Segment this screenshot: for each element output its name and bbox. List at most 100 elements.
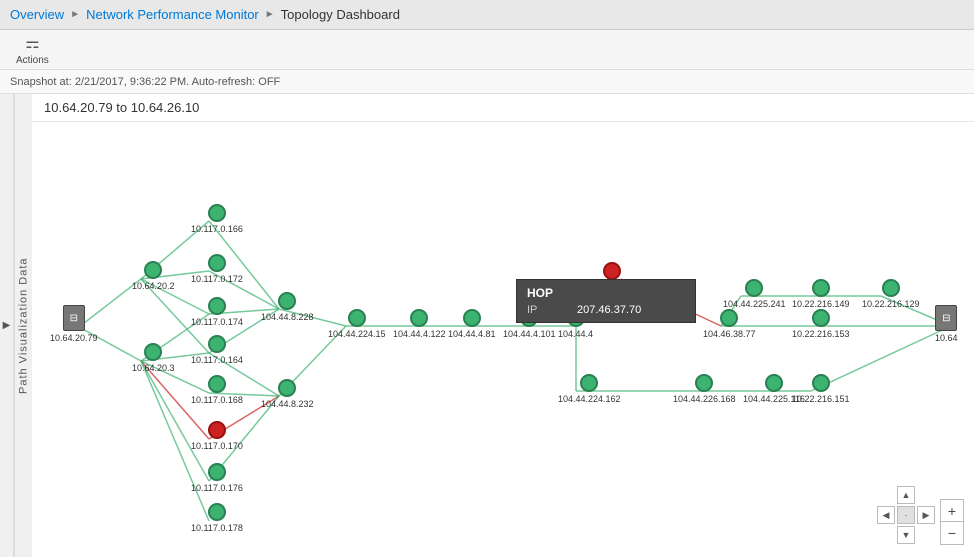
node-circle-n8 [208,421,226,439]
node-n1[interactable]: 10.64.20.2 [132,261,175,291]
node-circle-n22 [745,279,763,297]
tooltip-ip-value: 207.46.37.70 [577,304,641,316]
topology-canvas[interactable]: ⊟ 10.64.20.79 10.64.20.2 10.64.20.3 10.1… [32,122,974,555]
node-n2[interactable]: 10.64.20.3 [132,343,175,373]
node-n3[interactable]: 10.117.0.166 [191,204,243,234]
node-n9[interactable]: 10.117.0.176 [191,463,243,493]
node-circle-n1 [144,261,162,279]
node-label-n17: 104.44.4 [558,329,593,339]
node-label-n7: 10.117.0.168 [191,395,243,405]
node-circle-n14 [410,309,428,327]
node-n15[interactable]: 104.44.4.81 [448,309,496,339]
device-icon-dst: ⊟ [935,305,957,331]
actions-label: Actions [16,55,49,66]
node-circle-n4 [208,254,226,272]
node-circle-n21 [720,309,738,327]
node-label-n16: 104.44.4.101 [503,329,556,339]
node-label-n2: 10.64.20.3 [132,363,175,373]
node-circle-n3 [208,204,226,222]
node-label-n25: 10.22.216.153 [792,329,850,339]
node-circle-n25 [812,309,830,327]
node-label-n14: 104.44.4.122 [393,329,446,339]
node-label-n6: 10.117.0.164 [191,355,243,365]
pan-down-button[interactable]: ▼ [897,526,915,544]
node-circle-n2 [144,343,162,361]
path-title: 10.64.20.79 to 10.64.26.10 [32,94,974,122]
node-label-n9: 10.117.0.176 [191,483,243,493]
node-dst[interactable]: ⊟ 10.64 [935,305,958,343]
tooltip-ip-label: IP [527,304,557,316]
node-n8[interactable]: 10.117.0.170 [191,421,243,451]
node-label-n12: 104.44.8.232 [261,399,314,409]
snapshot-bar: Snapshot at: 2/21/2017, 9:36:22 PM. Auto… [0,70,974,94]
chevron-right-icon: ▶ [3,320,11,331]
node-circle-n12 [278,379,296,397]
node-label-n13: 104.44.224.15 [328,329,386,339]
node-label-n21: 104.46.38.77 [703,329,756,339]
node-n19[interactable] [603,262,621,280]
breadcrumb-topology: Topology Dashboard [281,7,400,22]
node-n5[interactable]: 10.117.0.174 [191,297,243,327]
node-circle-n26 [812,374,830,392]
node-label-src: 10.64.20.79 [50,333,98,343]
toolbar: ⚎ Actions [0,30,974,70]
node-n27[interactable]: 10.22.216.129 [862,279,920,309]
zoom-out-button[interactable]: − [941,522,963,544]
side-panel-label[interactable]: Path Visualization Data [14,94,32,557]
node-label-n4: 10.117.0.172 [191,274,243,284]
zoom-controls: + − [940,499,964,545]
node-n10[interactable]: 10.117.0.178 [191,503,243,533]
node-n14[interactable]: 104.44.4.122 [393,309,446,339]
pan-left-button[interactable]: ◀ [877,506,895,524]
zoom-in-button[interactable]: + [941,500,963,522]
node-n26[interactable]: 10.22.216.151 [792,374,850,404]
node-circle-n10 [208,503,226,521]
tooltip-header: HOP [527,286,685,300]
side-label-text: Path Visualization Data [18,257,30,394]
node-circle-n7 [208,375,226,393]
node-label-n1: 10.64.20.2 [132,281,175,291]
breadcrumb-npm[interactable]: Network Performance Monitor [86,7,259,22]
node-n11[interactable]: 104.44.8.228 [261,292,314,322]
node-label-n15: 104.44.4.81 [448,329,496,339]
node-n25[interactable]: 10.22.216.153 [792,309,850,339]
node-n4[interactable]: 10.117.0.172 [191,254,243,284]
breadcrumb-sep-1: ► [70,9,80,20]
node-label-dst: 10.64 [935,333,958,343]
node-n13[interactable]: 104.44.224.15 [328,309,386,339]
main-content: ▶ Path Visualization Data 10.64.20.79 to… [0,94,974,557]
node-n7[interactable]: 10.117.0.168 [191,375,243,405]
pan-up-button[interactable]: ▲ [897,486,915,504]
breadcrumb-sep-2: ► [265,9,275,20]
node-circle-n11 [278,292,296,310]
tooltip-ip-row: IP 207.46.37.70 [527,304,685,316]
snapshot-text: Snapshot at: 2/21/2017, 9:36:22 PM. Auto… [10,76,280,88]
side-panel-toggle[interactable]: ▶ [0,94,14,557]
pan-right-button[interactable]: ▶ [917,506,935,524]
node-label-n10: 10.117.0.178 [191,523,243,533]
hop-tooltip: HOP IP 207.46.37.70 [516,279,696,323]
node-label-n18: 104.44.224.162 [558,394,621,404]
node-src[interactable]: ⊟ 10.64.20.79 [50,305,98,343]
device-icon-src: ⊟ [63,305,85,331]
node-n24[interactable]: 10.22.216.149 [792,279,850,309]
pan-controls: ▲ ◀ · ▶ ▼ [876,485,936,545]
node-circle-n13 [348,309,366,327]
node-n22[interactable]: 104.44.225.241 [723,279,786,309]
node-circle-n9 [208,463,226,481]
node-n20[interactable]: 104.44.226.168 [673,374,736,404]
node-circle-n24 [812,279,830,297]
node-n21[interactable]: 104.46.38.77 [703,309,756,339]
topology-panel: 10.64.20.79 to 10.64.26.10 [32,94,974,557]
node-n18[interactable]: 104.44.224.162 [558,374,621,404]
pan-center-button[interactable]: · [897,506,915,524]
node-n12[interactable]: 104.44.8.232 [261,379,314,409]
node-circle-n5 [208,297,226,315]
node-label-n11: 104.44.8.228 [261,312,314,322]
node-n6[interactable]: 10.117.0.164 [191,335,243,365]
node-label-n5: 10.117.0.174 [191,317,243,327]
node-label-n3: 10.117.0.166 [191,224,243,234]
node-circle-n23 [765,374,783,392]
breadcrumb-overview[interactable]: Overview [10,7,64,22]
actions-button[interactable]: ⚎ Actions [10,31,55,68]
